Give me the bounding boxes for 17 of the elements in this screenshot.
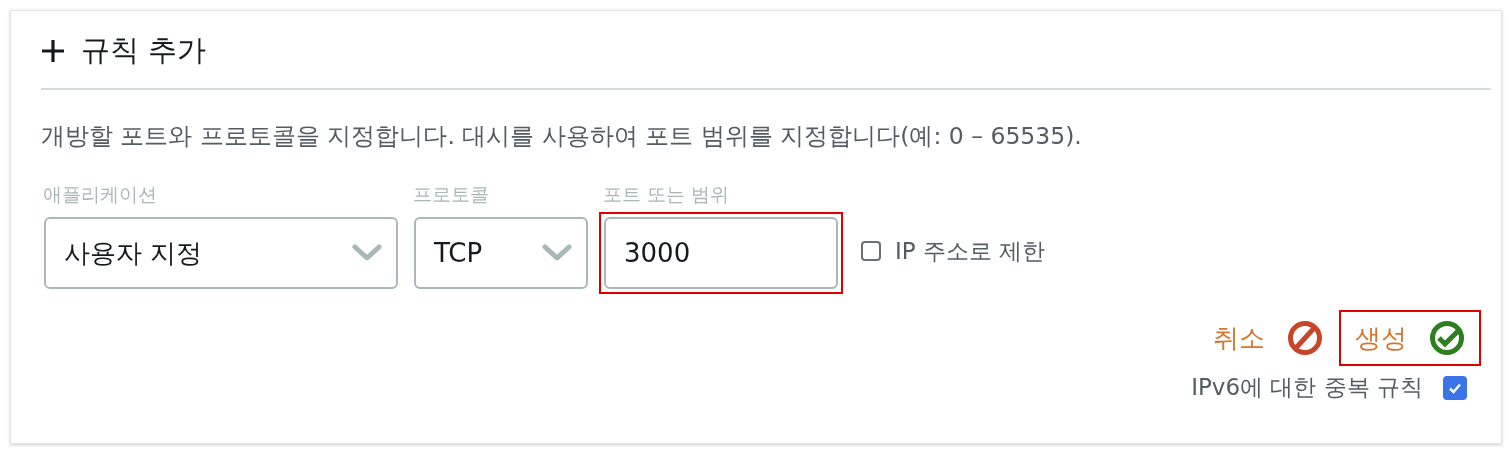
checkbox-label: IPv6에 대한 중복 규칙 (1191, 373, 1423, 402)
panel-title: 규칙 추가 (81, 32, 207, 69)
prohibited-icon (1287, 320, 1323, 356)
field-label: 애플리케이션 (42, 182, 158, 207)
port-input[interactable]: 3000 (604, 217, 838, 289)
checkbox[interactable] (861, 241, 881, 261)
checkbox-label: IP 주소로 제한 (895, 236, 1046, 266)
checkbox[interactable] (1443, 375, 1467, 400)
chevron-down-icon (352, 244, 382, 262)
dropdown[interactable]: 사용자 지정 (44, 217, 398, 289)
plus-icon (41, 39, 65, 63)
dropdown[interactable]: TCP (414, 217, 588, 289)
chevron-down-icon (542, 244, 572, 262)
field-label: 포트 또는 범위 (602, 182, 731, 207)
field-label: 프로토콜 (412, 182, 490, 207)
check-circle-icon (1429, 320, 1465, 356)
description-text: 개방할 포트와 프로토콜을 지정합니다. 대시를 사용하여 포트 범위를 지정합니다(예: 0 – 65535). (41, 121, 1083, 152)
